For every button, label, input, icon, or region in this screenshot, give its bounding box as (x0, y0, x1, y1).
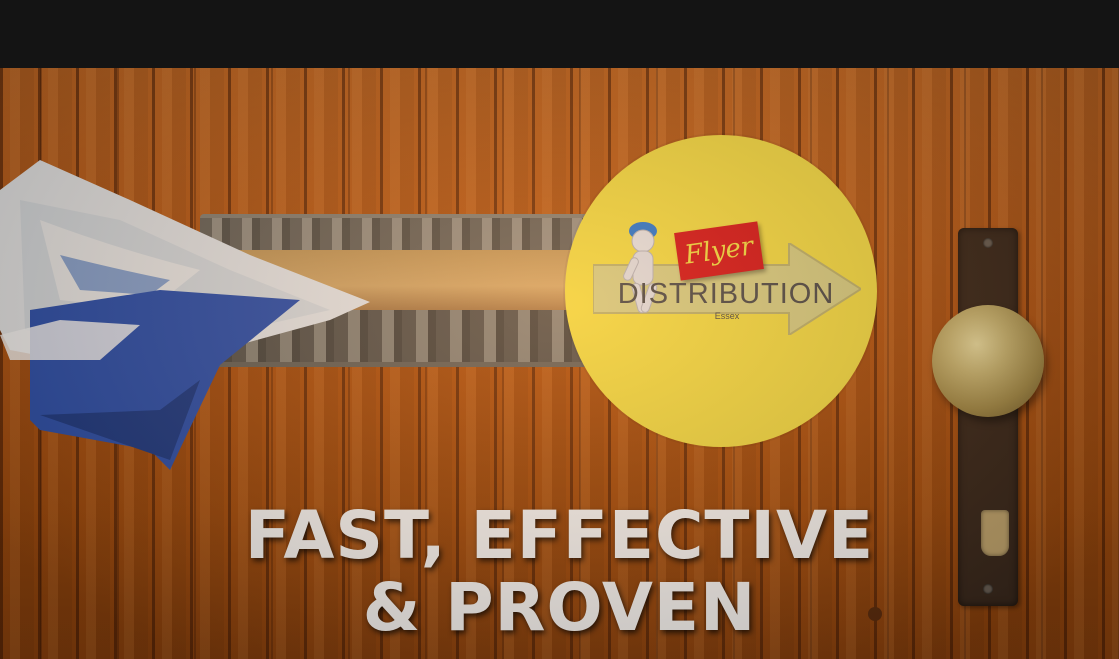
rolled-flyers-image (0, 160, 370, 470)
hero-banner: Flyer DISTRIBUTION Essex FAST, EFFECTIVE… (0, 68, 1119, 659)
logo-subtext: Essex (714, 311, 740, 321)
top-bar (0, 0, 1119, 68)
logo-wordmark: DISTRIBUTION (617, 278, 835, 310)
flyer-distribution-logo: Flyer DISTRIBUTION Essex (565, 135, 877, 447)
hero-headline: FAST, EFFECTIVE & PROVEN (0, 500, 1119, 644)
headline-line-1: FAST, EFFECTIVE (244, 497, 875, 574)
headline-line-2: & PROVEN (362, 569, 757, 646)
door-knob-image (932, 305, 1044, 417)
